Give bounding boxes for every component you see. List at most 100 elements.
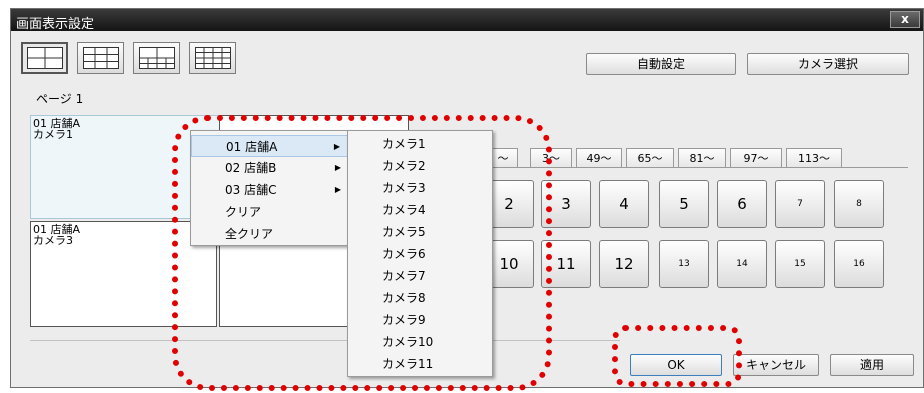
camera-button-6[interactable]: 6 [717, 180, 767, 228]
submenu-camera-10-label: カメラ10 [382, 335, 434, 349]
layout-16-button[interactable] [189, 42, 236, 74]
submenu-camera-11[interactable]: カメラ11 [348, 353, 492, 375]
tab-range-1-label: 〜 [497, 152, 509, 165]
camera-button-14-label: 14 [736, 259, 748, 269]
menu-item-store-c[interactable]: 03 店舗C ▶ [191, 179, 349, 201]
grid-2x2-icon [26, 47, 63, 69]
layout-10-button[interactable] [133, 42, 180, 74]
camera-button-11[interactable]: 11 [541, 240, 591, 288]
tab-range-97-label: 97〜 [743, 152, 769, 165]
camera-button-8-label: 8 [856, 199, 862, 209]
auto-setting-label: 自動設定 [636, 57, 685, 71]
panel-3-camera: カメラ3 [33, 234, 73, 247]
ok-label: OK [667, 358, 685, 372]
title-bar: 画面表示設定 x [11, 9, 923, 32]
submenu-camera-8-label: カメラ8 [382, 291, 426, 305]
cancel-label: キャンセル [745, 358, 806, 372]
camera-button-5-label: 5 [679, 195, 689, 213]
camera-button-11-label: 11 [556, 255, 576, 273]
grid-mixed-icon [138, 47, 175, 69]
submenu-camera-7-label: カメラ7 [382, 269, 426, 283]
submenu-camera-9[interactable]: カメラ9 [348, 309, 492, 331]
submenu-camera-2-label: カメラ2 [382, 159, 426, 173]
submenu-camera-8[interactable]: カメラ8 [348, 287, 492, 309]
submenu-camera-5[interactable]: カメラ5 [348, 221, 492, 243]
camera-select-button[interactable]: カメラ選択 [747, 53, 909, 75]
camera-button-3[interactable]: 3 [541, 180, 591, 228]
camera-button-3-label: 3 [561, 195, 571, 213]
camera-button-10-label: 10 [499, 255, 519, 273]
camera-button-16-label: 16 [853, 259, 865, 269]
submenu-camera-7[interactable]: カメラ7 [348, 265, 492, 287]
apply-label: 適用 [859, 358, 884, 372]
submenu-camera-5-label: カメラ5 [382, 225, 426, 239]
submenu-arrow-icon: ▶ [333, 142, 340, 151]
tab-range-33[interactable]: 3〜 [530, 148, 572, 168]
tab-range-49[interactable]: 49〜 [576, 148, 622, 168]
camera-button-13[interactable]: 13 [659, 240, 709, 288]
window-title: 画面表示設定 [16, 17, 95, 32]
ok-button[interactable]: OK [630, 354, 722, 376]
camera-select-label: カメラ選択 [797, 57, 858, 71]
menu-item-store-a-label: 01 店舗A [226, 140, 278, 154]
submenu-camera-10[interactable]: カメラ10 [348, 331, 492, 353]
camera-button-7-label: 7 [797, 199, 803, 209]
layout-9-button[interactable] [77, 42, 124, 74]
tab-range-97[interactable]: 97〜 [730, 148, 782, 168]
camera-button-6-label: 6 [737, 195, 747, 213]
page-label: ページ 1 [36, 92, 84, 106]
submenu-arrow-icon: ▶ [334, 185, 341, 194]
submenu-camera-4[interactable]: カメラ4 [348, 199, 492, 221]
menu-item-clear-all[interactable]: 全クリア [191, 223, 349, 245]
menu-item-clear-all-label: 全クリア [225, 227, 274, 241]
menu-item-store-b[interactable]: 02 店舗B ▶ [191, 157, 349, 179]
camera-submenu: カメラ1 カメラ2 カメラ3 カメラ4 カメラ5 カメラ6 カメラ7 カメラ8 … [347, 130, 493, 377]
camera-button-16[interactable]: 16 [834, 240, 884, 288]
tab-range-113[interactable]: 113〜 [786, 148, 842, 168]
submenu-camera-1[interactable]: カメラ1 [348, 133, 492, 155]
tab-range-65[interactable]: 65〜 [626, 148, 674, 168]
auto-setting-button[interactable]: 自動設定 [586, 53, 736, 75]
submenu-camera-6-label: カメラ6 [382, 247, 426, 261]
tab-range-113-label: 113〜 [798, 152, 830, 165]
tab-baseline [480, 167, 908, 168]
submenu-camera-4-label: カメラ4 [382, 203, 426, 217]
apply-button[interactable]: 適用 [830, 354, 914, 376]
camera-button-13-label: 13 [678, 259, 690, 269]
store-context-menu: 01 店舗A ▶ 02 店舗B ▶ 03 店舗C ▶ クリア 全クリア [190, 130, 350, 246]
preview-panel-3[interactable]: 01 店舗A カメラ3 [30, 221, 217, 327]
submenu-camera-11-label: カメラ11 [382, 357, 434, 371]
camera-button-15[interactable]: 15 [775, 240, 825, 288]
camera-button-7[interactable]: 7 [775, 180, 825, 228]
menu-item-clear[interactable]: クリア [191, 201, 349, 223]
camera-button-2-label: 2 [504, 195, 514, 213]
close-button[interactable]: x [890, 11, 920, 28]
cancel-button[interactable]: キャンセル [733, 354, 819, 376]
layout-4-button[interactable] [21, 42, 68, 74]
submenu-camera-3-label: カメラ3 [382, 181, 426, 195]
menu-item-store-a[interactable]: 01 店舗A ▶ [191, 135, 349, 157]
submenu-camera-2[interactable]: カメラ2 [348, 155, 492, 177]
close-icon: x [901, 12, 909, 26]
submenu-camera-9-label: カメラ9 [382, 313, 426, 327]
tab-range-65-label: 65〜 [637, 152, 663, 165]
grid-3x3-icon [82, 47, 119, 69]
tab-range-81[interactable]: 81〜 [678, 148, 726, 168]
camera-button-4-label: 4 [619, 195, 629, 213]
camera-button-8[interactable]: 8 [834, 180, 884, 228]
tab-range-49-label: 49〜 [586, 152, 612, 165]
camera-button-4[interactable]: 4 [599, 180, 649, 228]
menu-item-store-b-label: 02 店舗B [225, 161, 277, 175]
tab-range-33-label: 3〜 [542, 152, 560, 165]
tab-range-81-label: 81〜 [689, 152, 715, 165]
submenu-arrow-icon: ▶ [334, 163, 341, 172]
camera-button-12[interactable]: 12 [599, 240, 649, 288]
footer-separator [30, 340, 620, 341]
grid-4x4-icon [194, 47, 231, 69]
camera-button-14[interactable]: 14 [717, 240, 767, 288]
submenu-camera-6[interactable]: カメラ6 [348, 243, 492, 265]
menu-item-store-c-label: 03 店舗C [225, 183, 277, 197]
submenu-camera-3[interactable]: カメラ3 [348, 177, 492, 199]
camera-button-5[interactable]: 5 [659, 180, 709, 228]
camera-button-12-label: 12 [614, 255, 634, 273]
